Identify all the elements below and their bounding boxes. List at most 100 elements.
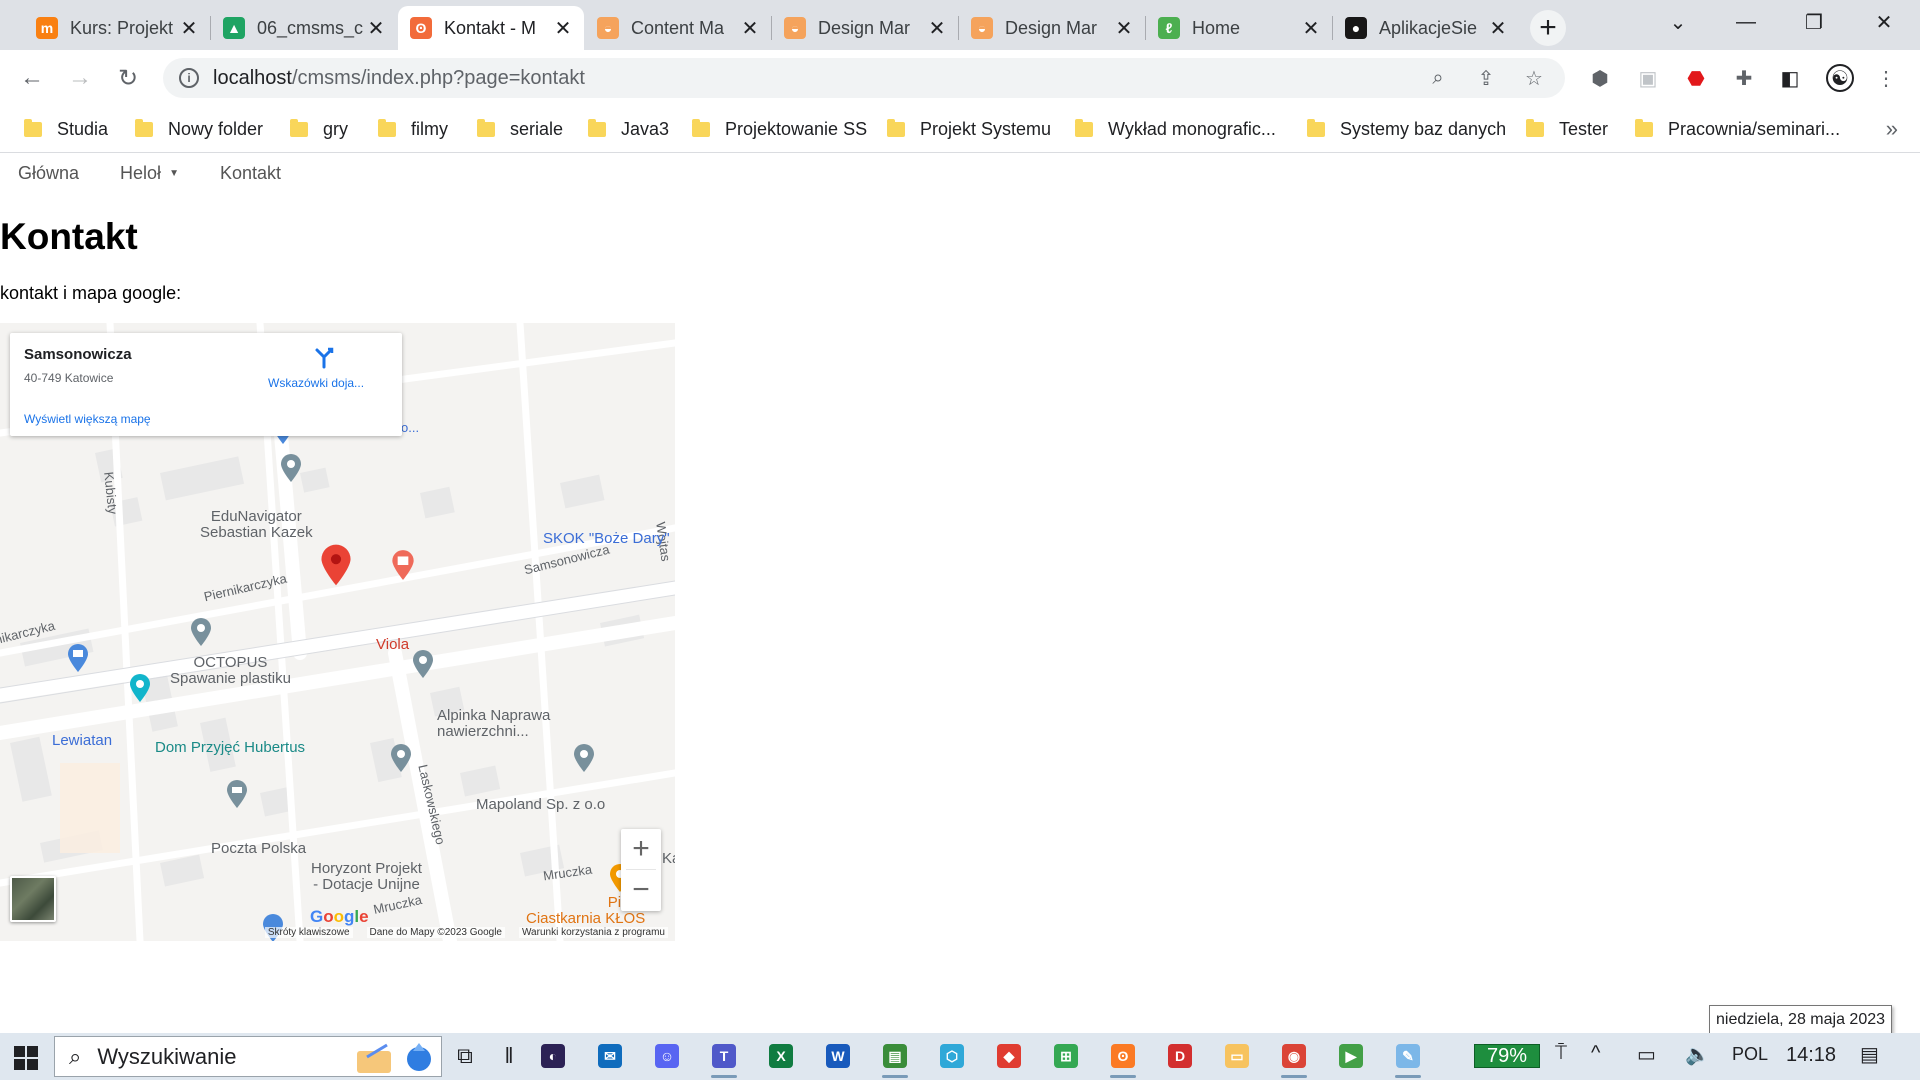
battery-tray-icon[interactable]: ▭ <box>1637 1042 1656 1067</box>
teams-icon[interactable]: T <box>707 1039 741 1078</box>
tab-close-icon[interactable]: ✕ <box>552 17 574 40</box>
battery-indicator[interactable]: 79% <box>1474 1044 1540 1068</box>
browser-tab[interactable]: ▲ 06_cmsms_c ✕ <box>211 6 397 50</box>
site-info-icon[interactable]: i <box>179 68 199 88</box>
devcpp-icon[interactable]: D <box>1163 1039 1197 1073</box>
bookmark-folder[interactable]: Tester <box>1526 116 1608 142</box>
new-tab-button[interactable]: + <box>1530 10 1566 46</box>
poi-label[interactable]: EduNavigator Sebastian Kazek <box>200 509 313 541</box>
nav-item-kontakt[interactable]: Kontakt <box>220 163 281 184</box>
tab-close-icon[interactable]: ✕ <box>739 17 761 40</box>
poi-label[interactable]: Horyzont Projekt - Dotacje Unijne <box>311 861 422 893</box>
shopping-pin-icon[interactable] <box>67 643 89 673</box>
poi-label[interactable]: Dom Przyjęć Hubertus <box>155 740 305 756</box>
browser-tab[interactable]: ℓ Home ✕ <box>1146 6 1332 50</box>
bookmark-folder[interactable]: Java3 <box>588 116 669 142</box>
notepad-chart-icon[interactable]: ▤ <box>878 1039 912 1078</box>
browser-tab[interactable]: ◒ Design Mar ✕ <box>772 6 958 50</box>
share-icon[interactable]: ⇪ <box>1471 63 1501 93</box>
notifications-icon[interactable]: ▤ <box>1860 1042 1879 1067</box>
bookmark-star-icon[interactable]: ☆ <box>1519 63 1549 93</box>
bookmark-folder[interactable]: Projekt Systemu <box>887 116 1051 142</box>
tab-search-icon[interactable]: ⌄ <box>1644 0 1712 44</box>
bookmark-folder[interactable]: filmy <box>378 116 448 142</box>
side-panel-icon[interactable]: ◧ <box>1776 64 1804 92</box>
address-bar[interactable]: i localhost/cmsms/index.php?page=kontakt… <box>163 58 1565 98</box>
selected-location-pin-icon[interactable] <box>320 543 352 587</box>
adblock-icon[interactable]: ⬣ <box>1682 64 1710 92</box>
browser-tab[interactable]: ◒ Design Mar ✕ <box>959 6 1145 50</box>
extension-1-icon[interactable]: ⬢ <box>1586 64 1614 92</box>
google-map[interactable]: Kubisty Piernikarczyka nikarczyka Samson… <box>0 323 675 941</box>
poi-label[interactable]: Viola <box>376 637 409 653</box>
poi-label[interactable]: OCTOPUS Spawanie plastiku <box>170 655 291 687</box>
bookmark-folder[interactable]: Studia <box>24 116 108 142</box>
close-window-icon[interactable]: ✕ <box>1850 0 1918 44</box>
network-app-icon[interactable]: ⊞ <box>1049 1039 1083 1073</box>
map-pin-icon[interactable] <box>280 453 302 483</box>
terms-of-use-link[interactable]: Warunki korzystania z programu <box>518 926 668 938</box>
poi-label[interactable]: Alpinka Naprawa nawierzchni... <box>437 708 550 740</box>
back-icon[interactable]: ← <box>14 60 50 96</box>
map-pin-icon[interactable] <box>573 743 595 773</box>
taskbar-search-box[interactable]: ⌕ Wyszukiwanie <box>54 1036 442 1077</box>
zoom-out-button[interactable]: − <box>621 870 661 910</box>
discord-icon[interactable]: ☺ <box>650 1039 684 1073</box>
bookmark-folder[interactable]: Pracownia/seminari... <box>1635 116 1840 142</box>
tab-close-icon[interactable]: ✕ <box>1300 17 1322 40</box>
map-pin-icon[interactable] <box>390 743 412 773</box>
chrome-icon[interactable]: ◉ <box>1277 1039 1311 1078</box>
directions-icon[interactable] <box>313 347 335 369</box>
browser-tab[interactable]: ● AplikacjeSie ✕ <box>1333 6 1519 50</box>
venue-pin-icon[interactable] <box>129 673 151 703</box>
url-text[interactable]: localhost/cmsms/index.php?page=kontakt <box>213 67 1405 90</box>
browser-tab[interactable]: ʘ Kontakt - M ✕ <box>398 6 584 50</box>
mail-icon[interactable]: ✉ <box>593 1039 627 1073</box>
shop-pin-icon[interactable] <box>391 549 415 581</box>
zoom-in-button[interactable]: + <box>621 829 661 869</box>
file-explorer-icon[interactable]: ▭ <box>1220 1039 1254 1073</box>
tab-close-icon[interactable]: ✕ <box>365 17 387 40</box>
nav-item-helol[interactable]: Heloł ▼ <box>120 163 179 184</box>
git-icon[interactable]: ◆ <box>992 1039 1026 1073</box>
profile-avatar[interactable]: ☯ <box>1826 64 1854 92</box>
tab-close-icon[interactable]: ✕ <box>178 17 200 40</box>
poi-label[interactable]: Poczta Polska <box>211 841 306 857</box>
tab-close-icon[interactable]: ✕ <box>926 17 948 40</box>
windows-start-icon[interactable] <box>8 1040 44 1076</box>
volume-icon[interactable]: 🔈 <box>1685 1042 1710 1067</box>
pinned-separator-icon[interactable]: ‖ <box>492 1039 526 1073</box>
poi-label[interactable]: SKOK "Boże Dary" <box>543 531 670 547</box>
bookmark-folder[interactable]: Systemy baz danych <box>1307 116 1506 142</box>
browser-tab[interactable]: ◒ Content Ma ✕ <box>585 6 771 50</box>
bookmark-folder[interactable]: Projektowanie SS <box>692 116 867 142</box>
language-indicator[interactable]: POL <box>1732 1044 1768 1065</box>
bookmark-folder[interactable]: gry <box>290 116 348 142</box>
media-player-icon[interactable]: ▶ <box>1334 1039 1368 1073</box>
eclipse-icon[interactable]: ◐ <box>536 1039 570 1073</box>
xampp-icon[interactable]: ʘ <box>1106 1039 1140 1078</box>
more-bookmarks-icon[interactable]: » <box>1886 116 1898 142</box>
extensions-puzzle-icon[interactable]: ✚ <box>1730 64 1758 92</box>
zoom-icon[interactable]: ⌕ <box>1423 63 1453 93</box>
excel-icon[interactable]: X <box>764 1039 798 1073</box>
paint-icon[interactable]: ✎ <box>1391 1039 1425 1078</box>
poi-label[interactable]: o... <box>401 420 419 436</box>
ide-icon[interactable]: ⬡ <box>935 1039 969 1073</box>
post-office-pin-icon[interactable] <box>226 779 248 809</box>
minimize-icon[interactable]: — <box>1712 0 1780 44</box>
bookmark-folder[interactable]: Nowy folder <box>135 116 263 142</box>
tab-close-icon[interactable]: ✕ <box>1487 17 1509 40</box>
nav-item-glowna[interactable]: Główna <box>18 163 79 184</box>
map-pin-icon[interactable] <box>412 649 434 679</box>
task-view-icon[interactable]: ⧉ <box>448 1039 482 1073</box>
taskbar-clock[interactable]: 14:18 <box>1786 1044 1836 1067</box>
satellite-toggle-thumbnail[interactable] <box>10 876 56 922</box>
tab-close-icon[interactable]: ✕ <box>1113 17 1135 40</box>
view-larger-map-link[interactable]: Wyświetl większą mapę <box>24 412 151 426</box>
poi-label[interactable]: Lewiatan <box>52 733 112 749</box>
keyboard-shortcuts-link[interactable]: Skróty klawiszowe <box>264 926 353 938</box>
poi-label[interactable]: Mapoland Sp. z o.o <box>476 797 605 813</box>
extension-2-icon[interactable]: ▣ <box>1634 64 1662 92</box>
forward-icon[interactable]: → <box>62 60 98 96</box>
